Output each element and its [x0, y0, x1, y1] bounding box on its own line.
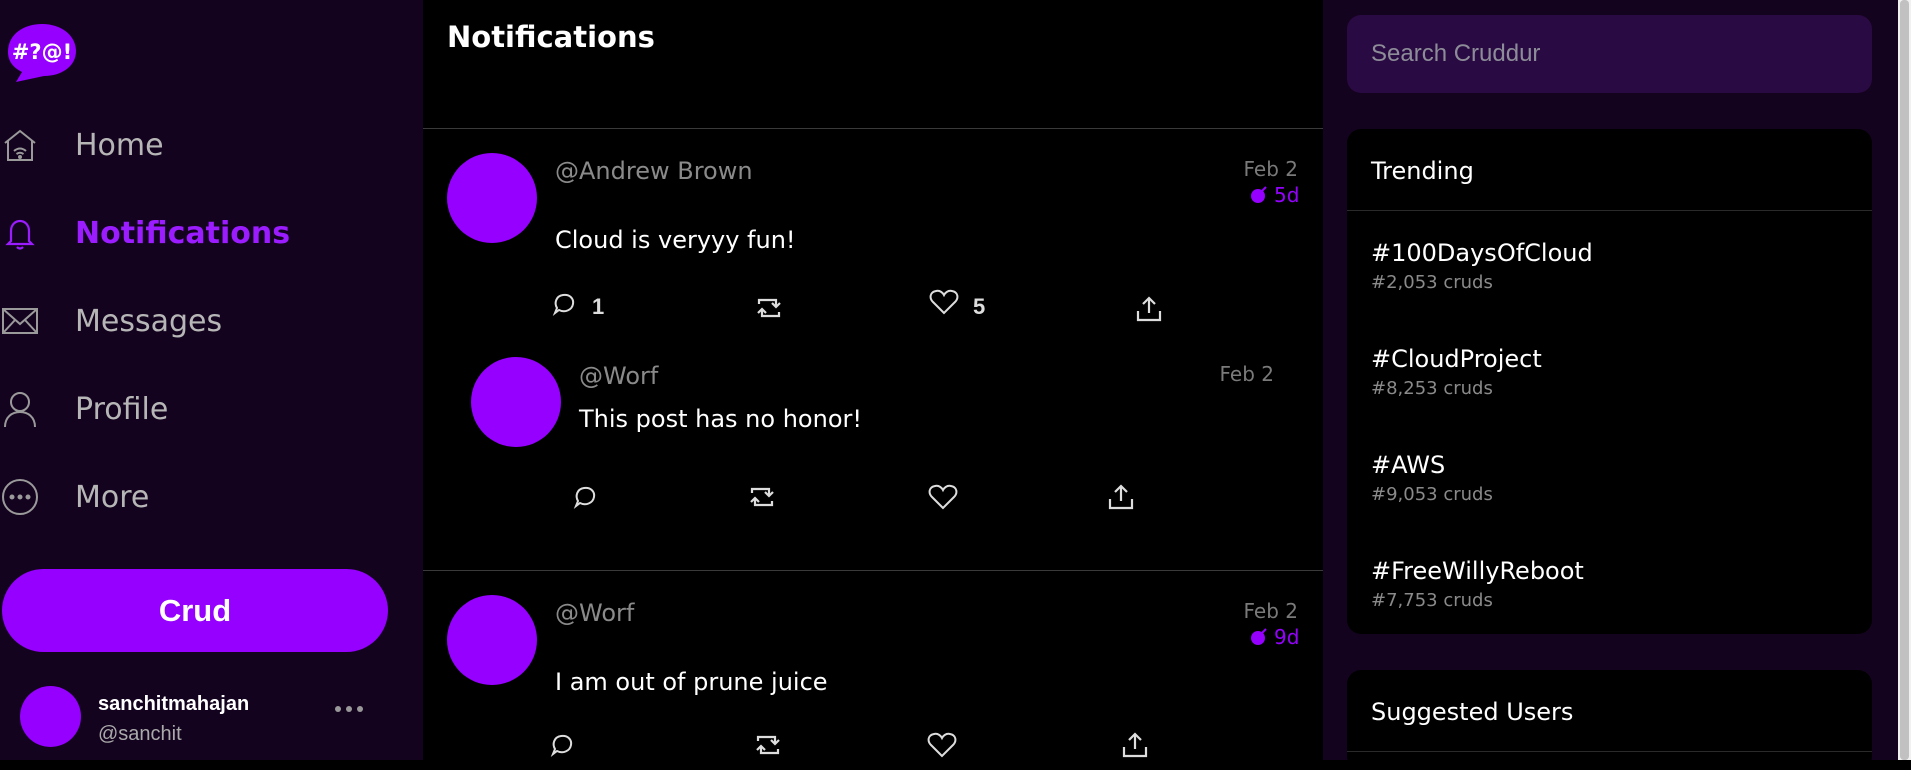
bomb-icon [1251, 186, 1267, 203]
post-handle[interactable]: @Worf [579, 362, 658, 390]
share-icon[interactable] [1132, 292, 1166, 326]
share-icon[interactable] [1118, 728, 1152, 762]
home-icon [0, 125, 40, 165]
profile-handle: @sanchit [98, 723, 182, 745]
heart-icon[interactable] [927, 285, 961, 319]
ellipsis-icon[interactable] [329, 694, 369, 724]
post-handle[interactable]: @Andrew Brown [555, 157, 753, 185]
post-date: Feb 2 [1243, 157, 1299, 181]
logo-text: #?@! [12, 40, 72, 64]
divider [423, 570, 1323, 571]
reply-icon[interactable] [568, 480, 602, 514]
trending-item[interactable]: #100DaysOfCloud #2,053 cruds [1347, 239, 1872, 339]
trending-name: #CloudProject [1371, 345, 1542, 373]
page-title: Notifications [447, 20, 655, 54]
feed: Notifications @Andrew Brown Feb 2 5d Clo… [423, 0, 1323, 760]
post-message: This post has no honor! [579, 405, 862, 433]
user-icon [0, 389, 40, 429]
nav-label-profile: Profile [75, 391, 169, 427]
reply-count: 1 [592, 294, 605, 319]
heart-icon[interactable] [925, 728, 959, 762]
divider [423, 128, 1323, 129]
trending-count: #8,253 cruds [1371, 378, 1493, 399]
divider [1347, 751, 1872, 752]
nav-label-messages: Messages [75, 303, 223, 339]
post-date: Feb 2 [1219, 362, 1275, 386]
nav-item-messages[interactable]: Messages [0, 291, 423, 351]
post-date: Feb 2 [1243, 599, 1299, 623]
more-circle-icon [0, 477, 40, 517]
search-input[interactable] [1347, 15, 1872, 93]
expires-text: 5d [1274, 183, 1300, 207]
reply-icon[interactable] [545, 728, 579, 762]
post-avatar[interactable] [447, 595, 537, 685]
envelope-icon [0, 301, 40, 341]
nav-label-home: Home [75, 127, 164, 163]
trending-name: #AWS [1371, 451, 1446, 479]
repost-icon[interactable] [745, 480, 779, 514]
nav-item-more[interactable]: More [0, 467, 423, 527]
repost-icon[interactable] [751, 728, 785, 762]
trending-panel: Trending #100DaysOfCloud #2,053 cruds #C… [1347, 129, 1872, 634]
trending-item[interactable]: #CloudProject #8,253 cruds [1347, 345, 1872, 445]
profile-name: sanchitmahajan [98, 693, 250, 715]
post-message: Cloud is veryyy fun! [555, 226, 796, 254]
repost-icon[interactable] [752, 291, 786, 325]
profile-card[interactable]: sanchitmahajan @sanchit [20, 686, 400, 756]
expires-badge: 9d [1248, 625, 1299, 649]
logo-bubble-icon: #?@! [8, 24, 76, 82]
scrollbar[interactable] [1898, 0, 1911, 760]
post-message: I am out of prune juice [555, 668, 828, 696]
nav-label-more: More [75, 479, 150, 515]
suggested-title: Suggested Users [1371, 698, 1574, 726]
trending-count: #9,053 cruds [1371, 484, 1493, 505]
avatar [20, 686, 81, 747]
heart-icon[interactable] [926, 480, 960, 514]
logo[interactable]: #?@! [2, 20, 78, 82]
sidebar: #?@! Home Notifications Messages Profile… [0, 0, 423, 760]
nav-item-profile[interactable]: Profile [0, 379, 423, 439]
trending-item[interactable]: #FreeWillyReboot #7,753 cruds [1347, 557, 1872, 634]
like-count: 5 [973, 294, 986, 319]
post-avatar[interactable] [471, 357, 561, 447]
nav-item-home[interactable]: Home [0, 115, 423, 175]
expires-badge: 5d [1248, 183, 1299, 207]
trending-name: #100DaysOfCloud [1371, 239, 1593, 267]
reply-icon[interactable] [547, 287, 581, 321]
share-icon[interactable] [1104, 480, 1138, 514]
scrollbar-thumb[interactable] [1900, 0, 1909, 760]
right-column: Trending #100DaysOfCloud #2,053 cruds #C… [1323, 0, 1911, 770]
bomb-icon [1251, 628, 1267, 645]
nav-item-notifications[interactable]: Notifications [0, 203, 423, 263]
expires-text: 9d [1274, 625, 1300, 649]
divider [1347, 210, 1872, 211]
trending-count: #7,753 cruds [1371, 590, 1493, 611]
trending-title: Trending [1371, 157, 1474, 185]
trending-count: #2,053 cruds [1371, 272, 1493, 293]
trending-name: #FreeWillyReboot [1371, 557, 1584, 585]
trending-item[interactable]: #AWS #9,053 cruds [1347, 451, 1872, 551]
suggested-users-panel: Suggested Users [1347, 670, 1872, 770]
bell-icon [0, 213, 40, 253]
nav-label-notifications: Notifications [75, 215, 291, 251]
post-avatar[interactable] [447, 153, 537, 243]
post-handle[interactable]: @Worf [555, 599, 634, 627]
crud-button[interactable]: Crud [2, 569, 388, 652]
